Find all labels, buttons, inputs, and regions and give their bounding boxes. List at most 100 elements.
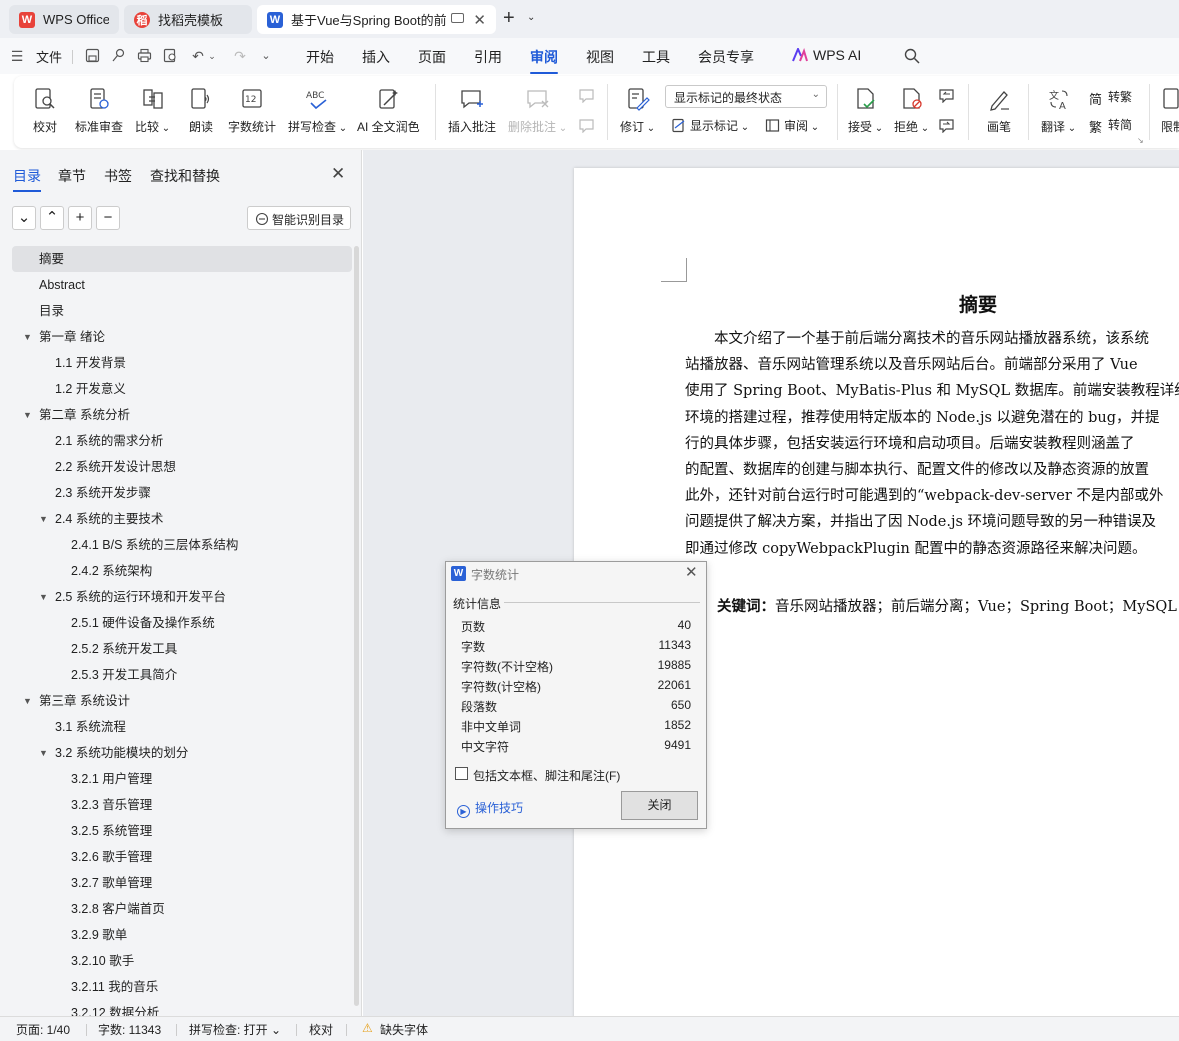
toc-item[interactable]: Abstract (12, 272, 352, 298)
tips-link[interactable]: ▶ 操作技巧 (457, 799, 523, 818)
close-button[interactable]: 关闭 (621, 791, 698, 820)
include-textbox-label[interactable]: 包括文本框、脚注和尾注(F) (473, 767, 620, 784)
menu-home[interactable]: 开始 (306, 47, 334, 67)
smart-toc-button[interactable]: 智能识别目录 (247, 206, 351, 230)
save-icon[interactable] (84, 48, 100, 64)
word-count-button[interactable]: 12 字数统计 (228, 76, 276, 135)
toc-item[interactable]: 2.3 系统开发步骤 (12, 480, 352, 506)
print-preview-icon[interactable] (162, 48, 178, 64)
toc-item[interactable]: ▼ 2.4 系统的主要技术 (12, 506, 352, 532)
menu-membership[interactable]: 会员专享 (698, 47, 754, 67)
review-pane-button[interactable]: 审阅 (765, 117, 819, 134)
menu-references[interactable]: 引用 (474, 47, 502, 67)
redo-icon[interactable]: ↷ (232, 48, 248, 64)
toc-item[interactable]: ▼ 2.5 系统的运行环境和开发平台 (12, 584, 352, 610)
missing-font-indicator[interactable]: 缺失字体 (380, 1021, 428, 1038)
dialog-title-bar[interactable]: W 字数统计 ✕ (446, 562, 706, 586)
spell-check-indicator[interactable]: 拼写检查: 打开 ⌄ (189, 1021, 281, 1038)
previous-comment-icon[interactable] (578, 88, 595, 103)
tab-close-icon[interactable]: ✕ (473, 11, 486, 29)
show-markup-button[interactable]: 显示标记 (671, 117, 749, 134)
collapse-down-button[interactable]: ⌄ (12, 206, 36, 230)
accept-button[interactable]: 接受 (848, 76, 883, 135)
menu-file[interactable]: 文件 (36, 47, 62, 66)
screen-icon[interactable] (451, 13, 464, 23)
expand-toggle-icon[interactable]: ▼ (39, 506, 48, 532)
display-mode-select[interactable]: 显示标记的最终状态 ⌄ (665, 85, 827, 108)
toc-item[interactable]: 1.2 开发意义 (12, 376, 352, 402)
abstract-paragraph[interactable]: 本文介绍了一个基于前后端分离技术的音乐网站播放器系统，该系统 站播放器、音乐网站… (685, 326, 1179, 562)
proofread-button[interactable]: 校对 (32, 76, 58, 135)
toc-item[interactable]: 3.2.1 用户管理 (12, 766, 352, 792)
menu-tools[interactable]: 工具 (642, 47, 670, 67)
toc-item[interactable]: 2.4.1 B/S 系统的三层体系结构 (12, 532, 352, 558)
to-simplified-button[interactable]: 繁 转简 (1089, 116, 1132, 135)
toc-item[interactable]: 目录 (12, 298, 352, 324)
toc-item[interactable]: 2.5.2 系统开发工具 (12, 636, 352, 662)
toc-item[interactable]: 2.5.1 硬件设备及操作系统 (12, 610, 352, 636)
toc-item[interactable]: 3.2.7 歌单管理 (12, 870, 352, 896)
tab-template[interactable]: 稻 找稻壳模板 (124, 5, 252, 34)
add-heading-button[interactable]: + (68, 206, 92, 230)
page-indicator[interactable]: 页面: 1/40 (16, 1021, 70, 1038)
expand-toggle-icon[interactable]: ▼ (23, 324, 32, 350)
reject-button[interactable]: 拒绝 (894, 76, 929, 135)
previous-change-icon[interactable] (938, 88, 955, 103)
expand-toggle-icon[interactable]: ▼ (23, 688, 32, 714)
toc-item[interactable]: 3.2.8 客户端首页 (12, 896, 352, 922)
print-icon[interactable] (136, 48, 152, 64)
menu-review[interactable]: 审阅 (530, 47, 558, 74)
insert-comment-button[interactable]: 插入批注 (448, 76, 496, 135)
remove-heading-button[interactable]: − (96, 206, 120, 230)
toc-item[interactable]: 3.2.10 歌手 (12, 948, 352, 974)
toc-item[interactable]: 2.5.3 开发工具简介 (12, 662, 352, 688)
collapse-up-button[interactable]: ⌃ (40, 206, 64, 230)
close-icon[interactable]: ✕ (685, 563, 698, 581)
next-comment-icon[interactable] (578, 118, 595, 133)
format-painter-icon[interactable] (110, 48, 126, 64)
ai-polish-button[interactable]: AI 全文润色 (357, 76, 420, 135)
toc-item[interactable]: 2.2 系统开发设计思想 (12, 454, 352, 480)
tab-find-replace[interactable]: 查找和替换 (150, 166, 220, 186)
keywords-line[interactable]: 关键词：音乐网站播放器；前后端分离；Vue；Spring Boot；MySQL (717, 595, 1177, 616)
toc-item[interactable]: 3.2.5 系统管理 (12, 818, 352, 844)
toc-item[interactable]: 3.2.12 数据分析 (12, 1000, 352, 1016)
translate-button[interactable]: 文A 翻译 (1041, 76, 1076, 135)
menu-insert[interactable]: 插入 (362, 47, 390, 67)
word-count-indicator[interactable]: 字数: 11343 (98, 1021, 161, 1038)
toc-item[interactable]: 2.1 系统的需求分析 (12, 428, 352, 454)
track-changes-button[interactable]: 修订 (620, 76, 655, 135)
proof-indicator[interactable]: 校对 (309, 1021, 333, 1038)
tab-wps-office[interactable]: W WPS Office (9, 5, 119, 34)
standard-review-button[interactable]: 标准审查 (75, 76, 123, 135)
expand-toggle-icon[interactable]: ▼ (23, 402, 32, 428)
toc-item[interactable]: 摘要 (12, 246, 352, 272)
toc-item[interactable]: 3.2.6 歌手管理 (12, 844, 352, 870)
new-tab-icon[interactable]: + (503, 8, 515, 28)
toc-item[interactable]: 3.2.11 我的音乐 (12, 974, 352, 1000)
expand-group-icon[interactable]: ↘ (1137, 136, 1144, 145)
toc-item[interactable]: 3.2.9 歌单 (12, 922, 352, 948)
delete-comment-button[interactable]: 删除批注 (508, 76, 567, 135)
compare-button[interactable]: 比较 (135, 76, 170, 135)
toc-item[interactable]: 3.1 系统流程 (12, 714, 352, 740)
toc-item[interactable]: ▼ 第二章 系统分析 (12, 402, 352, 428)
pen-button[interactable]: 画笔 (986, 76, 1012, 135)
toc-item[interactable]: ▼ 第三章 系统设计 (12, 688, 352, 714)
hamburger-menu-icon[interactable]: ☰ (9, 48, 25, 64)
spell-check-button[interactable]: ABC 拼写检查 (288, 76, 347, 135)
toc-item[interactable]: 2.4.2 系统架构 (12, 558, 352, 584)
restrict-editing-button[interactable]: 限制 (1160, 76, 1179, 135)
menu-page[interactable]: 页面 (418, 47, 446, 67)
tab-toc[interactable]: 目录 (13, 166, 41, 192)
read-aloud-button[interactable]: 朗读 (188, 76, 214, 135)
chevron-down-icon[interactable]: ⌄ (527, 12, 535, 23)
tab-sections[interactable]: 章节 (58, 166, 86, 186)
close-icon[interactable]: ✕ (331, 164, 345, 184)
expand-toggle-icon[interactable]: ▼ (39, 584, 48, 610)
toc-item[interactable]: ▼ 第一章 绪论 (12, 324, 352, 350)
tab-document[interactable]: W 基于Vue与Spring Boot的前后端 ✕ (257, 5, 496, 34)
scrollbar[interactable] (354, 246, 359, 1006)
toc-item[interactable]: ▼ 3.2 系统功能模块的划分 (12, 740, 352, 766)
search-icon[interactable] (904, 48, 920, 64)
